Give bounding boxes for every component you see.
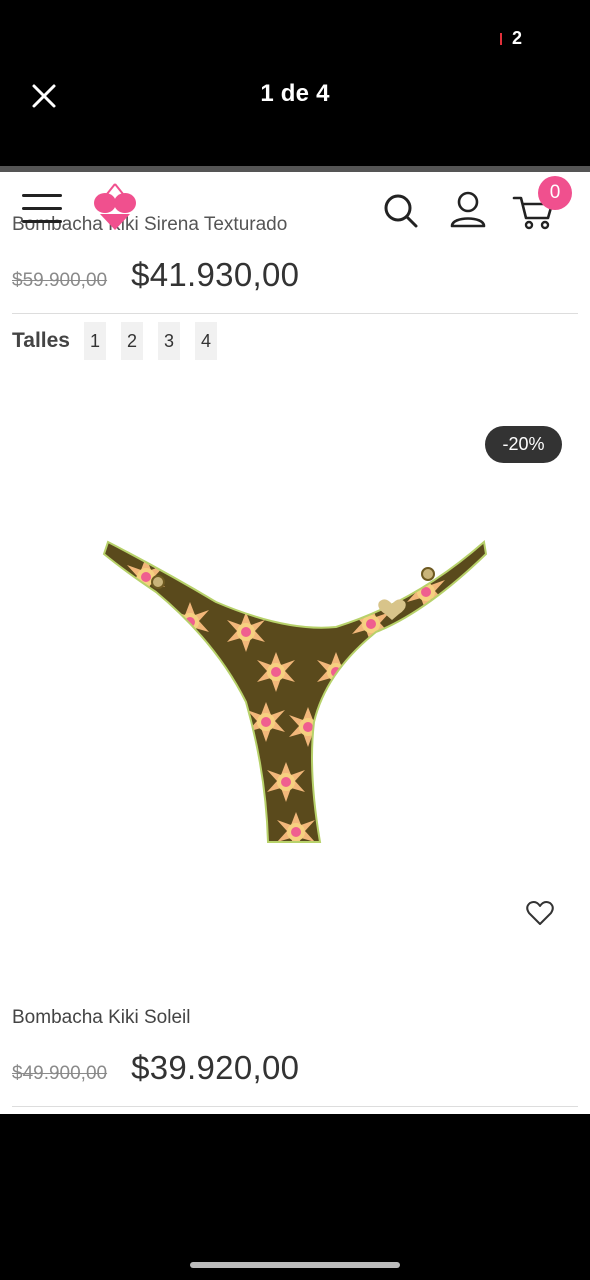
- bikini-heart-logo[interactable]: [92, 182, 138, 232]
- size-option-2[interactable]: 2: [120, 322, 143, 360]
- wishlist-button[interactable]: [526, 900, 554, 926]
- discount-badge: -20%: [485, 426, 562, 463]
- status-indicator: 2: [499, 28, 522, 49]
- cart-count-badge[interactable]: 0: [538, 176, 572, 210]
- size-option-4[interactable]: 4: [194, 322, 217, 360]
- home-indicator[interactable]: [190, 1262, 400, 1268]
- site-header: 0: [0, 172, 590, 242]
- product-image[interactable]: [96, 532, 492, 848]
- previous-product-price: $41.930,00: [131, 256, 300, 293]
- account-button[interactable]: [448, 190, 488, 230]
- hamburger-line: [22, 220, 62, 223]
- previous-product-price-row: $59.900,00 $41.930,00: [12, 256, 299, 294]
- divider: [12, 1106, 578, 1107]
- status-count: 2: [511, 28, 522, 48]
- hamburger-icon: [22, 194, 62, 197]
- size-option-1[interactable]: 1: [83, 322, 106, 360]
- previous-product-old-price: $59.900,00: [12, 270, 108, 291]
- product-list-page[interactable]: Bombacha Kiki Sirena Texturado 0 $59.900…: [0, 172, 590, 1114]
- viewer-top-bar: 2 1 de 4: [0, 0, 590, 166]
- status-red-tick: [499, 32, 502, 45]
- product-price-row: $49.900,00 $39.920,00: [12, 1049, 299, 1087]
- size-option-3[interactable]: 3: [157, 322, 180, 360]
- search-icon: [384, 194, 418, 228]
- sizes-row: Talles 1 2 3 4: [12, 322, 232, 360]
- sizes-label: Talles: [12, 329, 70, 352]
- product-name[interactable]: Bombacha Kiki Soleil: [12, 1007, 190, 1029]
- product-old-price: $49.900,00: [12, 1063, 108, 1084]
- search-button[interactable]: [382, 192, 420, 230]
- viewer-title: 1 de 4: [260, 80, 330, 107]
- hamburger-line: [22, 207, 62, 210]
- viewer-bottom-bar: [0, 1114, 590, 1280]
- user-icon: [450, 191, 486, 228]
- divider: [12, 313, 578, 314]
- product-price: $39.920,00: [131, 1049, 300, 1086]
- hamburger-menu-button[interactable]: [22, 194, 62, 224]
- heart-icon: [526, 901, 554, 925]
